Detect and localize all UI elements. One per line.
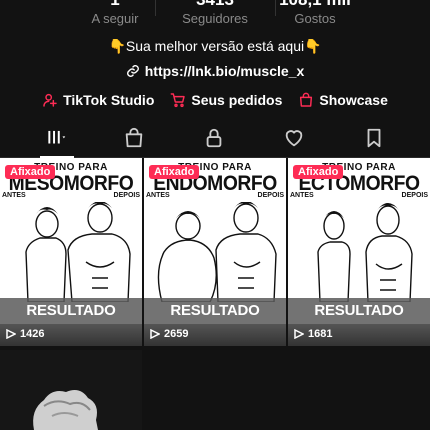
cart-icon xyxy=(170,93,186,108)
empty-grid-area xyxy=(143,350,430,430)
shop-bag-icon xyxy=(125,127,143,148)
body-illustration xyxy=(157,202,277,302)
profile-bio: 👇Sua melhor versão está aqui👇 xyxy=(108,38,322,54)
thumbnail-caption: RESULTADO RÁPIDO xyxy=(144,298,286,345)
video-thumbnail-image xyxy=(0,350,142,430)
orders-label: Seus pedidos xyxy=(191,92,283,108)
view-count-value: 1681 xyxy=(308,328,333,340)
pinned-badge: Afixado xyxy=(5,165,56,179)
pinned-badge: Afixado xyxy=(149,165,200,179)
studio-person-icon xyxy=(43,93,57,107)
tab-shop[interactable] xyxy=(104,118,164,158)
likes-count: 108,1 mil xyxy=(255,0,375,10)
video-tile[interactable] xyxy=(0,350,142,430)
bookmark-icon xyxy=(367,128,381,148)
tab-liked[interactable] xyxy=(264,118,324,158)
before-label: ANTES xyxy=(146,192,170,199)
body-illustration xyxy=(25,202,131,302)
tiktok-studio-button[interactable]: TikTok Studio xyxy=(42,92,154,108)
video-tile[interactable]: TREINO PARA ENDOMORFO ANTES DEPOIS RESUL… xyxy=(144,158,286,346)
videos-grid-icon xyxy=(48,130,66,144)
after-label: DEPOIS xyxy=(113,192,140,199)
before-label: ANTES xyxy=(2,192,26,199)
lock-icon xyxy=(206,128,222,148)
likes-label: Gostos xyxy=(294,11,336,26)
showcase-button[interactable]: Showcase xyxy=(298,92,388,108)
play-icon xyxy=(294,329,304,339)
pinned-badge: Afixado xyxy=(293,165,344,179)
after-label: DEPOIS xyxy=(401,192,428,199)
link-icon xyxy=(126,65,139,77)
video-tile[interactable]: TREINO PARA ECTOMORFO ANTES DEPOIS RESUL… xyxy=(288,158,430,346)
showcase-bag-icon xyxy=(300,92,313,107)
view-count-value: 1426 xyxy=(20,328,45,340)
heart-icon xyxy=(285,130,303,147)
orders-button[interactable]: Seus pedidos xyxy=(170,92,282,108)
view-count: 2659 xyxy=(150,328,188,340)
play-icon xyxy=(150,329,160,339)
showcase-label: Showcase xyxy=(319,92,388,108)
bio-link[interactable]: https://lnk.bio/muscle_x xyxy=(0,63,430,79)
bio-link-text: https://lnk.bio/muscle_x xyxy=(144,63,305,79)
profile-stats: 1 A seguir 3413 Seguidores 108,1 mil Gos… xyxy=(0,0,430,30)
video-tile[interactable]: TREINO PARA MESOMORFO ANTES DEPOIS RESUL… xyxy=(0,158,142,346)
view-count: 1681 xyxy=(294,328,332,340)
thumbnail-caption: RESULTADO RÁPIDO xyxy=(0,298,142,345)
play-icon xyxy=(6,329,16,339)
tab-saved[interactable] xyxy=(344,118,404,158)
body-illustration xyxy=(317,203,413,302)
profile-tabs xyxy=(0,118,430,158)
after-label: DEPOIS xyxy=(257,192,284,199)
tab-videos[interactable] xyxy=(27,118,87,158)
tab-private[interactable] xyxy=(184,118,244,158)
view-count-value: 2659 xyxy=(164,328,189,340)
before-label: ANTES xyxy=(290,192,314,199)
profile-actions: TikTok Studio Seus pedidos Showcase xyxy=(0,90,430,110)
thumbnail-caption: RESULTADO RÁPIDO xyxy=(288,298,430,345)
view-count: 1426 xyxy=(6,328,44,340)
tiktok-studio-label: TikTok Studio xyxy=(63,92,155,108)
likes-stat[interactable]: 108,1 mil Gostos xyxy=(255,0,375,28)
